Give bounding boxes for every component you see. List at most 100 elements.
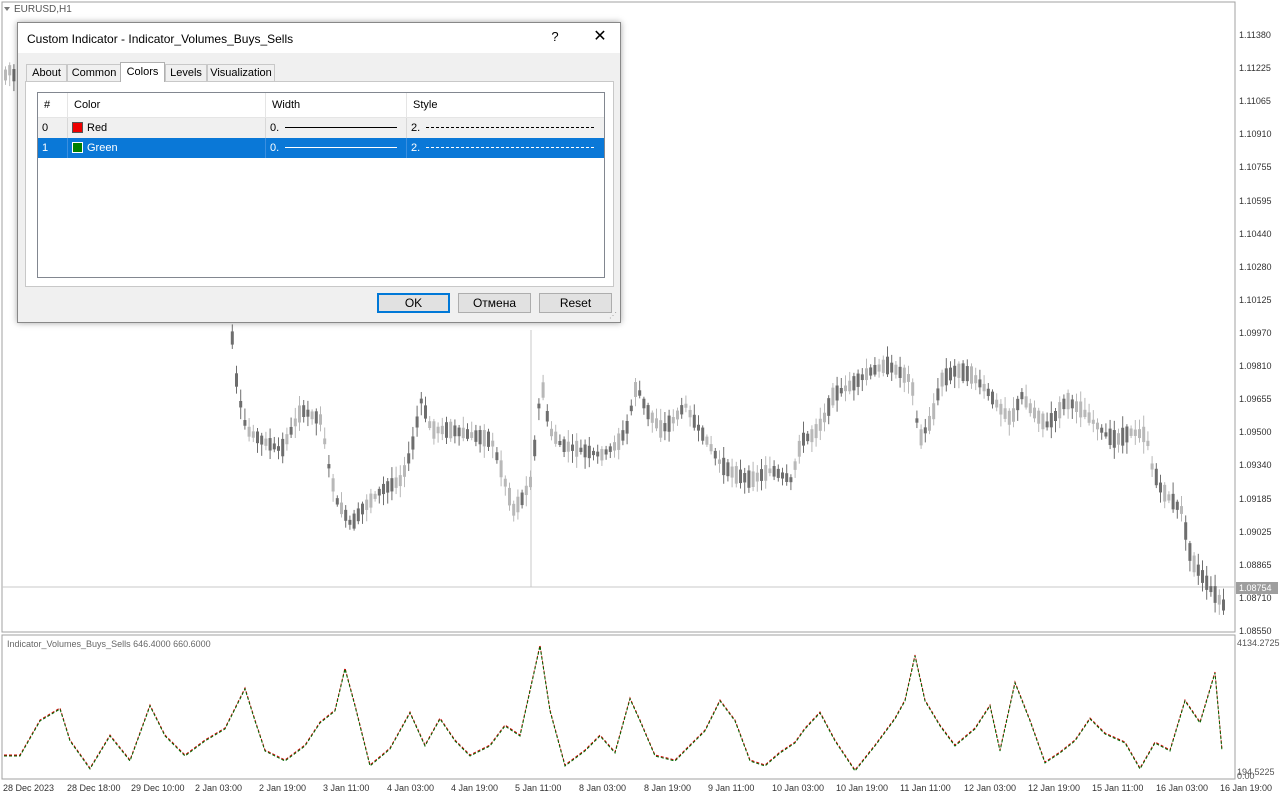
candle-body <box>768 468 772 474</box>
time-tick-label: 8 Jan 03:00 <box>579 783 627 793</box>
candle-body <box>1222 599 1225 611</box>
column-header-width[interactable]: Width <box>266 93 407 117</box>
candle-body <box>923 427 927 434</box>
candle-body <box>239 400 243 408</box>
time-tick-label: 2 Jan 19:00 <box>259 783 307 793</box>
time-tick-label: 16 Jan 19:00 <box>1220 783 1273 793</box>
candle-body <box>890 362 894 373</box>
candle-body <box>999 403 1003 415</box>
dialog-titlebar[interactable]: Custom Indicator - Indicator_Volumes_Buy… <box>18 23 620 53</box>
candle-body <box>629 405 633 412</box>
candle-body <box>680 405 684 415</box>
candle-body <box>1070 399 1074 409</box>
help-button[interactable]: ? <box>548 29 562 47</box>
candle-body <box>634 382 637 397</box>
candle-body <box>886 356 889 375</box>
ok-button[interactable]: OK <box>377 293 450 313</box>
candle-body <box>495 452 499 461</box>
candle-body <box>1205 575 1209 590</box>
candle-body <box>831 387 835 406</box>
candle-body <box>697 424 700 431</box>
color-cell[interactable]: Red <box>68 118 266 138</box>
candle-body <box>445 422 448 438</box>
dialog-title: Custom Indicator - Indicator_Volumes_Buy… <box>27 32 294 46</box>
candle-body <box>1125 426 1129 443</box>
style-cell[interactable]: 2. <box>407 118 604 138</box>
reset-button[interactable]: Reset <box>539 293 612 313</box>
candle-body <box>797 440 801 457</box>
candle-body <box>524 485 528 496</box>
price-tick-label: 1.09655 <box>1239 394 1272 405</box>
tab-visualization[interactable]: Visualization <box>207 64 275 81</box>
price-tick-label: 1.11380 <box>1239 30 1271 40</box>
candle-body <box>289 426 293 435</box>
candle-body <box>659 420 663 438</box>
colors-table[interactable]: # Color Width Style 0 Red 0. 2. 1 Green … <box>37 92 605 278</box>
table-row[interactable]: 0 Red 0. 2. <box>38 118 604 138</box>
candle-body <box>692 414 696 428</box>
candle-body <box>566 441 570 452</box>
column-header-color[interactable]: Color <box>68 93 266 117</box>
candle-body <box>949 367 952 381</box>
column-header-index[interactable]: # <box>38 93 68 117</box>
color-name: Red <box>87 122 108 134</box>
candle-body <box>487 431 490 447</box>
candle-body <box>1054 410 1057 422</box>
candle-body <box>667 415 671 432</box>
table-row-selected[interactable]: 1 Green 0. 2. <box>38 138 604 158</box>
candle-body <box>256 431 259 444</box>
candle-body <box>869 367 873 376</box>
candle-body <box>1180 506 1183 514</box>
width-cell[interactable]: 0. <box>266 138 407 158</box>
candle-body <box>499 460 503 478</box>
candle-body <box>365 499 369 510</box>
candle-body <box>436 426 440 434</box>
candle-body <box>520 492 524 506</box>
candle-body <box>898 366 902 378</box>
color-cell[interactable]: Green <box>68 138 266 158</box>
price-tick-label: 1.09810 <box>1239 361 1272 372</box>
width-cell[interactable]: 0. <box>266 118 407 138</box>
candle-body <box>491 440 495 447</box>
close-icon[interactable]: ✕ <box>590 27 610 47</box>
candle-body <box>1037 410 1041 424</box>
chart-symbol-title[interactable]: EURUSD,H1 <box>4 4 72 15</box>
style-value: 2. <box>411 122 421 134</box>
candle-body <box>776 468 780 478</box>
candle-body <box>310 411 314 420</box>
style-cell[interactable]: 2. <box>407 138 604 158</box>
candle-body <box>688 409 692 418</box>
candle-body <box>760 469 763 481</box>
candle-body <box>873 364 877 375</box>
candle-body <box>638 390 642 396</box>
candle-body <box>877 364 881 372</box>
candle-body <box>386 481 390 493</box>
tab-levels[interactable]: Levels <box>165 64 207 81</box>
solid-line-sample <box>285 147 397 148</box>
candle-body <box>529 476 532 488</box>
candle-body <box>272 443 276 450</box>
candle-body <box>361 503 364 515</box>
tab-about[interactable]: About <box>26 64 67 81</box>
tab-common[interactable]: Common <box>67 64 121 81</box>
candle-body <box>550 428 553 437</box>
candle-body <box>844 385 847 392</box>
candle-body <box>625 420 629 434</box>
resize-grip-icon[interactable]: ⋰ <box>609 311 619 321</box>
candle-body <box>1188 543 1192 561</box>
candle-body <box>432 421 436 439</box>
candle-body <box>390 478 394 492</box>
candle-body <box>961 363 965 382</box>
candle-body <box>915 418 919 423</box>
tab-colors[interactable]: Colors <box>120 62 165 82</box>
candle-body <box>352 513 356 529</box>
candle-body <box>995 399 999 408</box>
candle-body <box>713 450 717 459</box>
candle-body <box>814 424 818 439</box>
cancel-button[interactable]: Отмена <box>458 293 531 313</box>
candle-body <box>827 398 831 416</box>
color-name: Green <box>87 142 118 154</box>
column-header-style[interactable]: Style <box>407 93 604 117</box>
candle-body <box>684 403 688 408</box>
price-tick-label: 1.11065 <box>1239 96 1271 107</box>
